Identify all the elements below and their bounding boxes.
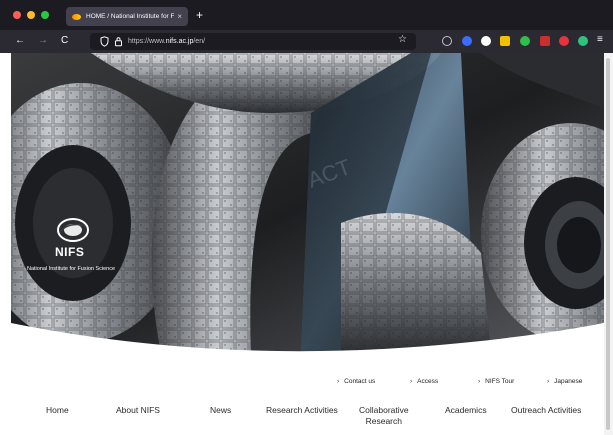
bookmark-star-icon[interactable]: ☆ <box>398 34 407 45</box>
forward-button[interactable]: → <box>38 35 48 47</box>
url-prefix: https://www. <box>128 38 166 45</box>
extension-abp-icon[interactable] <box>559 36 569 46</box>
extension-yellow-icon[interactable] <box>500 36 510 46</box>
app-menu-button[interactable]: ≡ <box>597 34 603 46</box>
site-favicon-icon <box>72 13 81 20</box>
main-nav-outreach-activities[interactable]: Outreach Activities <box>511 405 581 416</box>
close-window-button[interactable] <box>13 11 21 19</box>
new-tab-button[interactable]: + <box>196 8 203 22</box>
page-scrollbar-thumb[interactable] <box>606 58 610 430</box>
main-nav-research-activities[interactable]: Research Activities <box>266 405 338 416</box>
nav-label-line2: Research <box>365 416 402 426</box>
extension-teal-icon[interactable] <box>578 36 588 46</box>
extension-blue-icon[interactable] <box>462 36 472 46</box>
tab-title: HOME / National Institute for Fu <box>86 13 175 20</box>
maximize-window-button[interactable] <box>41 11 49 19</box>
utility-link-access[interactable]: › Access <box>410 378 438 386</box>
browser-toolbar: ← → C https://www.nifs.ac.jp/en/ ☆ ≡ <box>0 30 613 53</box>
utility-link-japanese[interactable]: › Japanese <box>547 378 582 386</box>
utility-link-label: Japanese <box>554 378 583 385</box>
main-nav-about-nifs[interactable]: About NIFS <box>116 405 160 416</box>
address-bar[interactable]: https://www.nifs.ac.jp/en/ ☆ <box>90 33 416 50</box>
chevron-right-icon: › <box>337 378 340 385</box>
main-nav-academics[interactable]: Academics <box>445 405 487 416</box>
extension-red-icon[interactable] <box>540 36 550 46</box>
lock-icon[interactable] <box>114 36 123 47</box>
chevron-right-icon: › <box>547 378 550 385</box>
url-suffix: /en/ <box>193 38 206 45</box>
main-nav-home[interactable]: Home <box>46 405 69 416</box>
logo-subtitle: National Institute for Fusion Science <box>27 266 116 272</box>
browser-tab-active[interactable]: HOME / National Institute for Fu × <box>66 7 188 26</box>
utility-link-label: Access <box>417 378 439 385</box>
pocket-extension-icon[interactable] <box>442 36 452 46</box>
utility-link-nifs-tour[interactable]: › NIFS Tour <box>478 378 514 386</box>
hero-banner: ACT NIFS National Institute for Fusion S… <box>11 53 613 353</box>
tab-close-icon[interactable]: × <box>177 12 182 21</box>
extension-help-icon[interactable] <box>481 36 491 46</box>
utility-link-label: NIFS Tour <box>485 378 515 385</box>
main-nav-collaborative-research[interactable]: Collaborative Research <box>359 405 409 427</box>
utility-link-contact[interactable]: › Contact us <box>337 378 375 386</box>
minimize-window-button[interactable] <box>27 11 35 19</box>
nav-label-line1: Collaborative <box>359 405 409 415</box>
chevron-right-icon: › <box>478 378 481 385</box>
url-text[interactable]: https://www.nifs.ac.jp/en/ <box>128 36 205 47</box>
extension-green-icon[interactable] <box>520 36 530 46</box>
window-controls <box>13 11 49 19</box>
back-button[interactable]: ← <box>15 35 25 47</box>
tracking-protection-shield-icon[interactable] <box>100 36 109 47</box>
browser-tab-bar: HOME / National Institute for Fu × + <box>0 0 613 30</box>
utility-link-label: Contact us <box>344 378 376 385</box>
logo-name: NIFS <box>55 245 85 259</box>
hero-image-fusion-reactor: ACT <box>11 53 613 353</box>
chevron-right-icon: › <box>410 378 413 385</box>
url-domain: nifs.ac.jp <box>165 38 194 45</box>
reload-button[interactable]: C <box>61 35 68 47</box>
main-nav-news[interactable]: News <box>210 405 231 416</box>
